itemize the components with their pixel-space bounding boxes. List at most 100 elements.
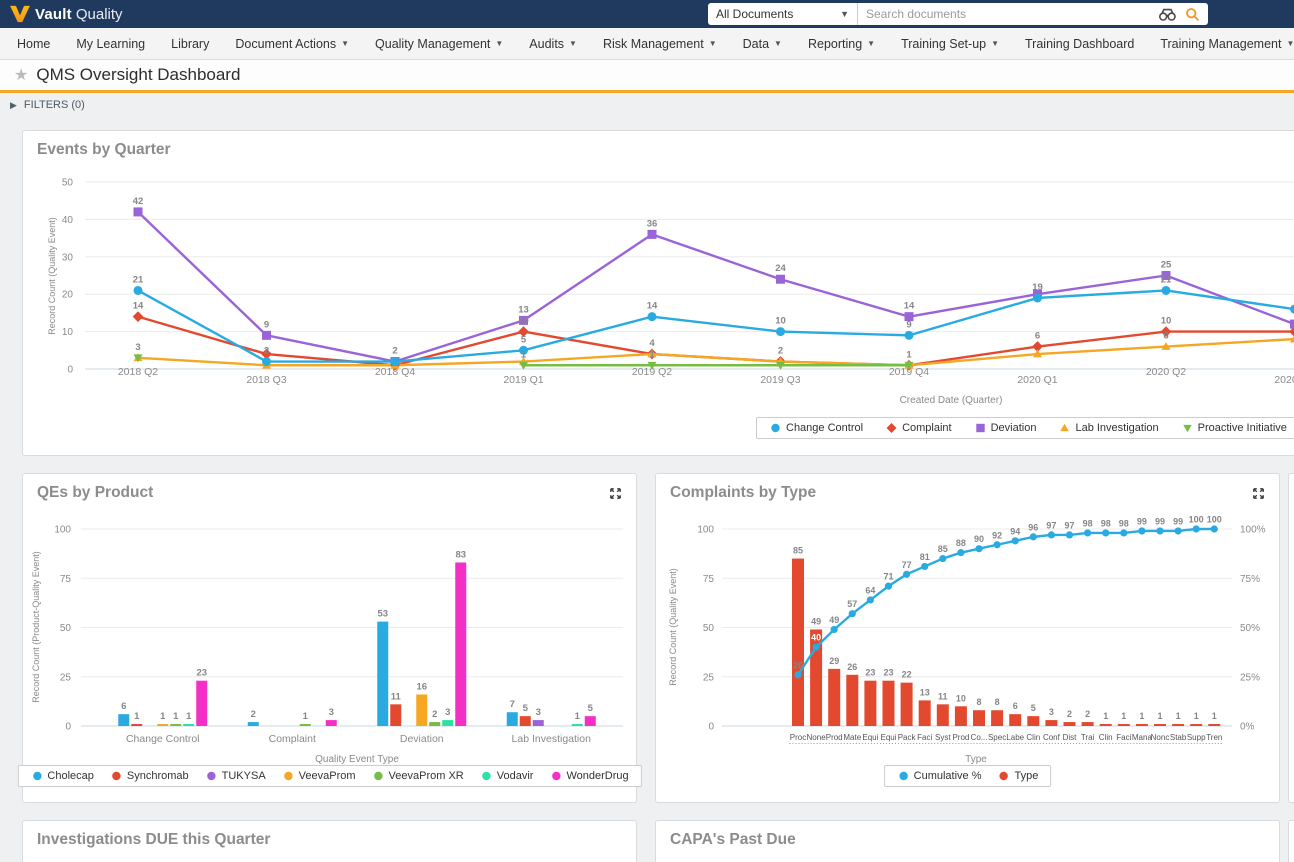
svg-text:Clin: Clin — [1099, 733, 1113, 742]
binoculars-icon[interactable] — [1158, 7, 1177, 22]
nav-item-training-management[interactable]: Training Management▼ — [1147, 28, 1294, 59]
svg-text:Type: Type — [965, 754, 987, 765]
svg-text:10: 10 — [62, 327, 74, 338]
legend-label: Vodavir — [497, 770, 534, 782]
svg-text:7: 7 — [510, 699, 515, 710]
svg-text:10: 10 — [775, 316, 786, 327]
search-bar: All Documents ▼ — [708, 3, 1208, 25]
svg-text:2: 2 — [251, 709, 256, 720]
nav-item-my-learning[interactable]: My Learning — [63, 28, 158, 59]
nav-item-document-actions[interactable]: Document Actions▼ — [222, 28, 362, 59]
events-by-quarter-chart: 01020304050Record Count (Quality Event)2… — [23, 171, 1294, 421]
legend-item-synchromab[interactable]: Synchromab — [110, 770, 189, 782]
nav-item-label: Training Set-up — [901, 37, 986, 51]
chevron-down-icon: ▼ — [867, 39, 875, 48]
nav-item-reporting[interactable]: Reporting▼ — [795, 28, 888, 59]
legend-label: Deviation — [991, 422, 1037, 434]
favorite-star-icon[interactable]: ★ — [14, 65, 28, 85]
svg-text:Syst: Syst — [935, 733, 951, 742]
nav-item-library[interactable]: Library — [158, 28, 222, 59]
svg-text:99: 99 — [1173, 516, 1183, 526]
nav-item-risk-management[interactable]: Risk Management▼ — [590, 28, 730, 59]
svg-text:24: 24 — [775, 263, 786, 274]
legend-item-veevaprom[interactable]: VeevaProm — [282, 770, 356, 782]
nav-item-training-dashboard[interactable]: Training Dashboard — [1012, 28, 1147, 59]
chevron-down-icon: ▼ — [774, 39, 782, 48]
legend-item-lab-investigation[interactable]: Lab Investigation — [1058, 422, 1158, 434]
svg-text:11: 11 — [391, 691, 402, 702]
svg-text:10: 10 — [518, 316, 529, 327]
qes-chart-legend: Cholecap Synchromab TUKYSA VeevaProm VeevaPr… — [17, 765, 641, 787]
svg-text:23: 23 — [196, 668, 207, 679]
svg-text:10: 10 — [1161, 316, 1172, 327]
chevron-down-icon: ▼ — [569, 39, 577, 48]
svg-text:2020 Q2: 2020 Q2 — [1146, 366, 1186, 378]
filters-toggle[interactable]: ▶ FILTERS (0) — [10, 99, 85, 111]
svg-text:64: 64 — [865, 585, 875, 595]
svg-text:1: 1 — [906, 349, 912, 360]
nav-item-audits[interactable]: Audits▼ — [516, 28, 590, 59]
document-scope-select[interactable]: All Documents ▼ — [708, 3, 858, 25]
svg-text:None: None — [807, 733, 827, 742]
svg-text:Deviation: Deviation — [400, 733, 444, 745]
svg-text:1: 1 — [173, 711, 179, 722]
legend-item-change-control[interactable]: Change Control — [769, 422, 863, 434]
chevron-down-icon: ▼ — [840, 9, 849, 19]
legend-item-complaint[interactable]: Complaint — [885, 422, 952, 434]
svg-text:1: 1 — [1176, 711, 1181, 721]
svg-text:19: 19 — [1032, 282, 1043, 293]
svg-text:50: 50 — [703, 623, 715, 634]
svg-text:1: 1 — [1157, 711, 1162, 721]
nav-item-label: Home — [17, 37, 50, 51]
svg-text:Co...: Co... — [971, 733, 988, 742]
svg-text:2: 2 — [778, 346, 783, 357]
svg-text:90: 90 — [974, 534, 984, 544]
legend-label: Type — [1015, 770, 1039, 782]
svg-text:Mana: Mana — [1132, 733, 1153, 742]
svg-text:1: 1 — [134, 711, 140, 722]
svg-text:92: 92 — [992, 530, 1002, 540]
chevron-down-icon: ▼ — [991, 39, 999, 48]
nav-item-label: Training Dashboard — [1025, 37, 1134, 51]
app-viewport: Vault Quality All Documents ▼ — [0, 0, 1294, 862]
brand-name: Vault — [35, 6, 72, 23]
legend-marker-icon — [480, 770, 493, 782]
svg-text:Nonc: Nonc — [1151, 733, 1170, 742]
svg-text:1: 1 — [521, 349, 527, 360]
svg-text:1: 1 — [1212, 711, 1217, 721]
svg-text:36: 36 — [647, 218, 658, 229]
nav-item-home[interactable]: Home — [4, 28, 63, 59]
legend-marker-icon — [205, 770, 218, 782]
svg-text:2019 Q1: 2019 Q1 — [503, 374, 543, 386]
svg-text:85: 85 — [793, 546, 803, 556]
legend-item-wonderdrug[interactable]: WonderDrug — [549, 770, 628, 782]
legend-item-deviation[interactable]: Deviation — [974, 422, 1037, 434]
search-input[interactable] — [858, 7, 1158, 21]
legend-item-type[interactable]: Type — [998, 770, 1039, 782]
svg-text:26: 26 — [793, 660, 803, 670]
legend-item-tukysa[interactable]: TUKYSA — [205, 770, 266, 782]
nav-item-data[interactable]: Data▼ — [730, 28, 795, 59]
legend-item-veevaprom-xr[interactable]: VeevaProm XR — [372, 770, 464, 782]
search-icon[interactable] — [1185, 7, 1200, 22]
legend-item-proactive-initiative[interactable]: Proactive Initiative — [1181, 422, 1287, 434]
expand-icon[interactable] — [608, 486, 623, 506]
legend-item-cumulative[interactable]: Cumulative % — [897, 770, 982, 782]
svg-text:40: 40 — [811, 633, 821, 643]
legend-marker-icon — [885, 422, 898, 434]
nav-item-training-set-up[interactable]: Training Set-up ▼ — [888, 28, 1012, 59]
svg-text:5: 5 — [1031, 703, 1036, 713]
svg-text:6: 6 — [1013, 701, 1018, 711]
vault-logo: Vault Quality — [10, 5, 123, 23]
legend-marker-icon — [549, 770, 562, 782]
expand-icon[interactable] — [1251, 486, 1266, 506]
svg-text:1: 1 — [303, 711, 309, 722]
panel-cutoff-right-bottom — [1288, 820, 1294, 862]
legend-item-cholecap[interactable]: Cholecap — [30, 770, 93, 782]
legend-item-vodavir[interactable]: Vodavir — [480, 770, 534, 782]
nav-item-label: Library — [171, 37, 209, 51]
nav-item-quality-management[interactable]: Quality Management▼ — [362, 28, 516, 59]
panel-qes-by-product: QEs by Product 0255075100Record Count (P… — [22, 473, 637, 803]
svg-text:Faci: Faci — [917, 733, 932, 742]
svg-text:Clin: Clin — [1026, 733, 1040, 742]
